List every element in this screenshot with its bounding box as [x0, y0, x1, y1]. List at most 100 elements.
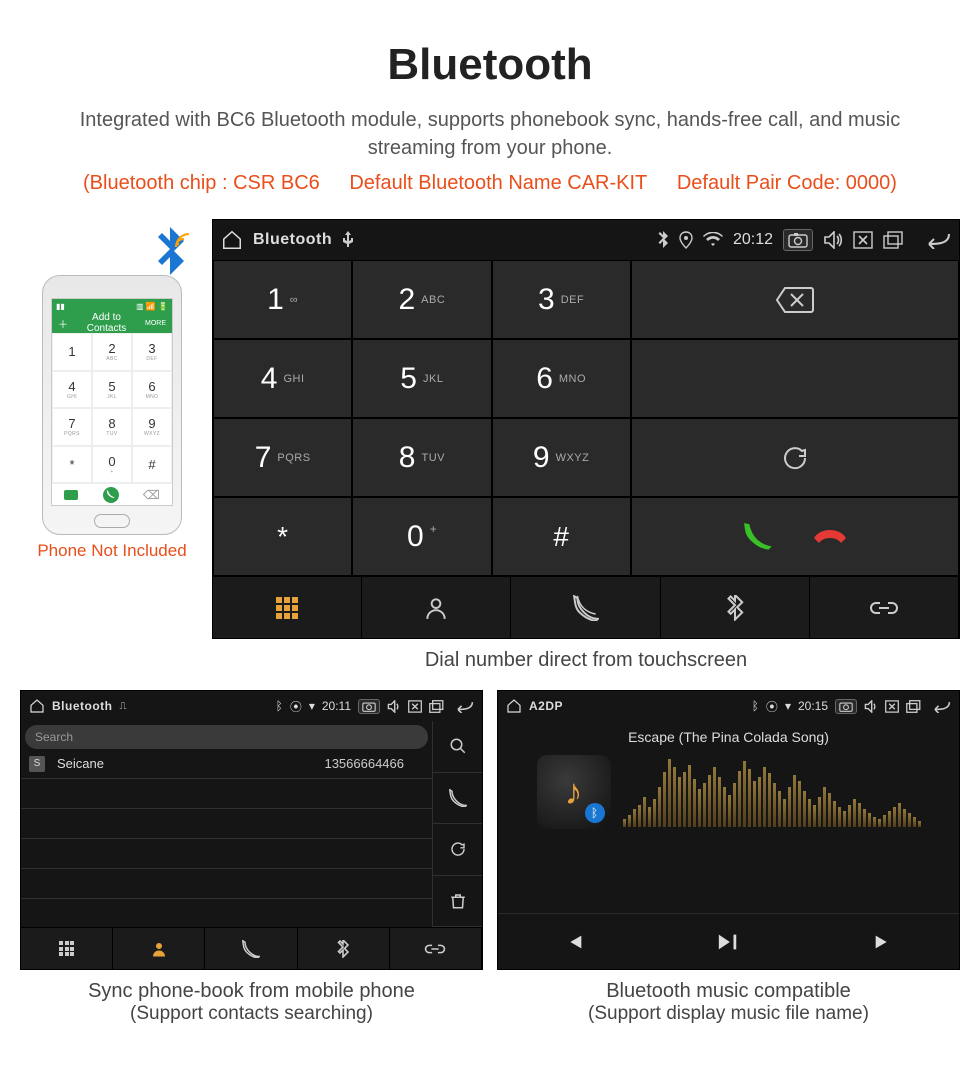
nav-contacts[interactable] [362, 577, 511, 638]
home-icon[interactable] [221, 229, 243, 251]
bottom-nav [213, 576, 959, 638]
phone-key: # [132, 446, 172, 484]
empty-row [21, 779, 432, 809]
recents-icon[interactable] [429, 700, 445, 713]
page-title: Bluetooth [20, 40, 960, 90]
back-icon[interactable] [929, 700, 951, 713]
music-screen: A2DP ᛒ ⦿ ▾ 20:15 Escape (The Pina Col [497, 690, 960, 970]
phone-key: 6MNO [132, 371, 172, 409]
side-call[interactable] [432, 773, 482, 825]
call-button[interactable] [743, 522, 773, 552]
dialer-key-8[interactable]: 8TUV [352, 418, 491, 497]
back-icon[interactable] [921, 231, 951, 249]
dialer-key-5[interactable]: 5JKL [352, 339, 491, 418]
camera-icon[interactable] [835, 699, 857, 714]
phone-device: ▮▮▥ 📶 🔋 ＋ Add to Contacts MORE 12ABC3DEF… [42, 275, 182, 535]
usb-icon [342, 231, 354, 249]
dialer-key-1[interactable]: 1∞ [213, 260, 352, 339]
nav-link[interactable] [390, 928, 482, 969]
location-icon [679, 231, 693, 249]
location-icon: ⦿ [766, 698, 778, 715]
contact-row[interactable]: S Seicane 13566664466 [21, 749, 432, 779]
refresh-button[interactable] [631, 418, 959, 497]
nav-keypad[interactable] [213, 577, 362, 638]
empty-row [21, 869, 432, 899]
dialer-key-6[interactable]: 6MNO [492, 339, 631, 418]
status-time: 20:12 [733, 231, 773, 249]
nav-recents[interactable] [205, 928, 297, 969]
camera-icon[interactable] [358, 699, 380, 714]
dialer-screen: Bluetooth 20:12 1∞2ABC3 [212, 219, 960, 639]
side-search[interactable] [432, 721, 482, 773]
location-icon: ⦿ [290, 698, 302, 715]
dialer-key-3[interactable]: 3DEF [492, 260, 631, 339]
home-icon[interactable] [506, 698, 522, 714]
next-track-button[interactable] [872, 931, 894, 953]
status-bar-contacts: Bluetooth ⎍ ᛒ ⦿ ▾ 20:11 [21, 691, 482, 721]
play-pause-button[interactable] [715, 931, 741, 953]
volume-icon[interactable] [823, 231, 843, 249]
song-title: Escape (The Pina Colada Song) [628, 729, 829, 745]
dialer-caption: Dial number direct from touchscreen [212, 649, 960, 672]
phone-key: 0+ [92, 446, 132, 484]
status-time: 20:15 [798, 699, 828, 713]
phone-caption: Phone Not Included [20, 541, 204, 561]
nav-recents[interactable] [511, 577, 660, 638]
nav-bluetooth[interactable] [298, 928, 390, 969]
dialer-key-4[interactable]: 4GHI [213, 339, 352, 418]
side-refresh[interactable] [432, 824, 482, 876]
phone-key: 9WXYZ [132, 408, 172, 446]
status-bar: Bluetooth 20:12 [213, 220, 959, 260]
equalizer [623, 757, 921, 827]
phone-key: 3DEF [132, 333, 172, 371]
bluetooth-icon: ᛒ [276, 699, 283, 713]
dialer-key-7[interactable]: 7PQRS [213, 418, 352, 497]
recents-icon[interactable] [906, 700, 922, 713]
empty-row [21, 809, 432, 839]
close-box-icon[interactable] [853, 231, 873, 249]
phone-key: * [52, 446, 92, 484]
video-call-icon [64, 490, 78, 500]
nav-contacts-active[interactable] [113, 928, 205, 969]
wifi-icon: ▾ [785, 699, 791, 713]
phone-header-text: Add to Contacts [72, 312, 141, 334]
status-bar-music: A2DP ᛒ ⦿ ▾ 20:15 [498, 691, 959, 721]
nav-bluetooth[interactable] [661, 577, 810, 638]
dialer-key-9[interactable]: 9WXYZ [492, 418, 631, 497]
spec-name: Default Bluetooth Name CAR-KIT [349, 172, 647, 194]
bluetooth-icon: ᛒ [752, 699, 759, 713]
back-icon[interactable] [452, 700, 474, 713]
nav-link[interactable] [810, 577, 959, 638]
close-box-icon[interactable] [408, 700, 422, 713]
status-label: A2DP [529, 699, 563, 713]
prev-track-button[interactable] [563, 931, 585, 953]
volume-icon[interactable] [387, 700, 401, 713]
dialer-key-2[interactable]: 2ABC [352, 260, 491, 339]
status-label: Bluetooth [52, 699, 113, 713]
dialer-key-*[interactable]: * [213, 497, 352, 576]
dialer-key-#[interactable]: # [492, 497, 631, 576]
volume-icon[interactable] [864, 700, 878, 713]
backspace-button[interactable] [631, 260, 959, 339]
phone-key: 4GHI [52, 371, 92, 409]
empty-row [21, 899, 432, 927]
home-icon[interactable] [29, 698, 45, 714]
phone-key: 8TUV [92, 408, 132, 446]
wifi-icon [703, 232, 723, 248]
search-input[interactable]: Search [25, 725, 428, 749]
phone-header-more: MORE [145, 320, 166, 327]
nav-keypad[interactable] [21, 928, 113, 969]
dialer-key-0[interactable]: 0+ [352, 497, 491, 576]
camera-icon[interactable] [783, 229, 813, 251]
close-box-icon[interactable] [885, 700, 899, 713]
hangup-button[interactable] [813, 527, 847, 547]
phone-key: 1 [52, 333, 92, 371]
plus-icon: ＋ [58, 316, 68, 331]
phone-key: 2ABC [92, 333, 132, 371]
recents-icon[interactable] [883, 231, 905, 249]
contacts-caption: Sync phone-book from mobile phone (Suppo… [88, 980, 415, 1025]
spec-line: (Bluetooth chip : CSR BC6 Default Blueto… [20, 172, 960, 195]
phone-home-button [94, 514, 130, 528]
spec-chip: (Bluetooth chip : CSR BC6 [83, 172, 320, 194]
side-delete[interactable] [432, 876, 482, 928]
